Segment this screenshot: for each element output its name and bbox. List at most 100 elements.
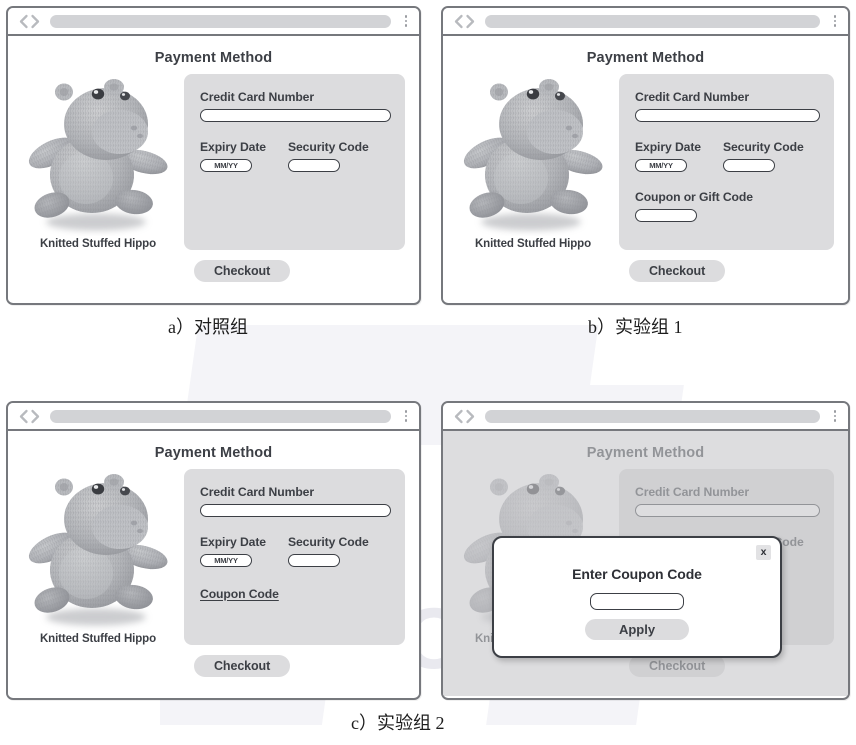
credit-card-number-input[interactable] [200, 109, 391, 122]
nav-arrows-c [18, 409, 41, 424]
coupon-group-b: Coupon or Gift Code [635, 190, 820, 222]
checkout-row-b: Checkout [443, 250, 848, 282]
close-icon[interactable]: x [756, 545, 771, 560]
panel-experiment-group-1: Payment Method Knitted Stuffed Hippo Cre… [441, 6, 850, 305]
page-content-c: Payment Method Knitted Stuffed Hippo Cre… [8, 431, 419, 696]
chevron-right-icon[interactable] [30, 14, 41, 29]
chevron-left-icon[interactable] [453, 409, 464, 424]
panel-experiment-group-2: Payment Method Knitted Stuffed Hippo Cre… [6, 401, 421, 700]
browser-window-a: Payment Method Knitted Stuffed Hippo Cre… [6, 6, 421, 305]
panel-control-group: Payment Method Knitted Stuffed Hippo Cre… [6, 6, 421, 305]
product-caption: Knitted Stuffed Hippo [39, 238, 157, 250]
expiry-placeholder-text: MM/YY [649, 160, 673, 170]
expiry-date-label: Expiry Date [200, 535, 266, 549]
page-content-b: Payment Method Knitted Stuffed Hippo Cre… [443, 36, 848, 301]
expiry-security-row-b: Expiry Date MM/YY Security Code [635, 140, 820, 172]
browser-window-d: Payment Method Credit Card Number Code C… [441, 401, 850, 700]
payment-form-card-b: Credit Card Number Expiry Date MM/YY Sec… [619, 74, 834, 250]
kebab-menu-icon[interactable] [397, 15, 411, 27]
coupon-link-group-c: Coupon Code [200, 585, 391, 603]
knitted-stuffed-hippo-photo [457, 74, 609, 236]
coupon-code-link[interactable]: Coupon Code [200, 587, 279, 601]
security-group-a: Security Code [287, 140, 369, 172]
page-title: Payment Method [154, 445, 273, 461]
chevron-left-icon[interactable] [18, 409, 29, 424]
coupon-code-input[interactable] [590, 593, 684, 610]
browser-window-c: Payment Method Knitted Stuffed Hippo Cre… [6, 401, 421, 700]
modal-title: Enter Coupon Code [572, 566, 702, 582]
checkout-button[interactable]: Checkout [194, 655, 291, 677]
knitted-stuffed-hippo-photo [22, 469, 174, 631]
credit-card-number-input[interactable] [635, 504, 820, 517]
page-content-d: Payment Method Credit Card Number Code C… [443, 431, 848, 696]
checkout-button[interactable]: Checkout [194, 260, 291, 282]
checkout-row-a: Checkout [8, 250, 419, 282]
checkout-button[interactable]: Checkout [629, 655, 726, 677]
product-block-a: Knitted Stuffed Hippo [18, 74, 178, 250]
caption-c: c）实验组 2 [351, 713, 445, 733]
expiry-group-a: Expiry Date MM/YY [200, 140, 266, 172]
expiry-date-input[interactable]: MM/YY [200, 159, 252, 172]
credit-card-number-label: Credit Card Number [635, 90, 749, 104]
expiry-date-input[interactable]: MM/YY [635, 159, 687, 172]
url-input-d[interactable] [485, 409, 820, 423]
checkout-button[interactable]: Checkout [629, 260, 726, 282]
panel-experiment-group-2-modal: Payment Method Credit Card Number Code C… [441, 401, 850, 700]
security-group-c: Security Code [287, 535, 369, 567]
credit-card-number-label: Credit Card Number [200, 90, 314, 104]
nav-arrows-a [18, 14, 41, 29]
chevron-right-icon[interactable] [30, 409, 41, 424]
expiry-group-c: Expiry Date MM/YY [200, 535, 266, 567]
url-input-b[interactable] [485, 14, 820, 28]
security-code-input[interactable] [722, 159, 775, 172]
credit-card-number-input[interactable] [635, 109, 820, 122]
security-group-b: Security Code [722, 140, 804, 172]
security-code-label: Security Code [287, 140, 369, 154]
expiry-placeholder-text: MM/YY [214, 555, 238, 565]
coupon-code-modal: x Enter Coupon Code Apply [492, 536, 782, 658]
security-code-input[interactable] [287, 554, 340, 567]
page-title: Payment Method [586, 445, 705, 461]
security-code-input[interactable] [287, 159, 340, 172]
expiry-date-input[interactable]: MM/YY [200, 554, 252, 567]
credit-card-number-label: Credit Card Number [635, 485, 749, 499]
chevron-left-icon[interactable] [453, 14, 464, 29]
expiry-date-label: Expiry Date [635, 140, 701, 154]
chevron-right-icon[interactable] [465, 409, 476, 424]
product-caption: Knitted Stuffed Hippo [474, 238, 592, 250]
browser-window-b: Payment Method Knitted Stuffed Hippo Cre… [441, 6, 850, 305]
checkout-layout-b: Knitted Stuffed Hippo Credit Card Number… [443, 66, 848, 250]
product-block-b: Knitted Stuffed Hippo [453, 74, 613, 250]
security-code-label: Security Code [722, 140, 804, 154]
checkout-row-c: Checkout [8, 645, 419, 677]
expiry-group-b: Expiry Date MM/YY [635, 140, 701, 172]
caption-a: a）对照组 [168, 317, 248, 337]
credit-card-number-input[interactable] [200, 504, 391, 517]
apply-button[interactable]: Apply [585, 619, 689, 640]
browser-chrome-a [8, 8, 419, 36]
checkout-layout-c: Knitted Stuffed Hippo Credit Card Number… [8, 461, 419, 645]
product-caption: Knitted Stuffed Hippo [39, 633, 157, 645]
expiry-placeholder-text: MM/YY [214, 160, 238, 170]
security-code-label: Security Code [287, 535, 369, 549]
product-block-c: Knitted Stuffed Hippo [18, 469, 178, 645]
browser-chrome-b [443, 8, 848, 36]
expiry-date-label: Expiry Date [200, 140, 266, 154]
url-input-a[interactable] [50, 14, 391, 28]
coupon-or-gift-code-input[interactable] [635, 209, 697, 222]
nav-arrows-d [453, 409, 476, 424]
checkout-layout-a: Knitted Stuffed Hippo Credit Card Number… [8, 66, 419, 250]
expiry-security-row-a: Expiry Date MM/YY Security Code [200, 140, 391, 172]
browser-chrome-c [8, 403, 419, 431]
coupon-or-gift-code-label: Coupon or Gift Code [635, 190, 753, 204]
payment-form-card-c: Credit Card Number Expiry Date MM/YY Sec… [184, 469, 405, 645]
chevron-right-icon[interactable] [465, 14, 476, 29]
figure-root: HZ BOOKS Payment Method Knitted Stuffed … [0, 0, 856, 745]
kebab-menu-icon[interactable] [826, 15, 840, 27]
url-input-c[interactable] [50, 409, 391, 423]
kebab-menu-icon[interactable] [826, 410, 840, 422]
kebab-menu-icon[interactable] [397, 410, 411, 422]
chevron-left-icon[interactable] [18, 14, 29, 29]
page-content-a: Payment Method Knitted Stuffed Hippo Cre… [8, 36, 419, 301]
browser-chrome-d [443, 403, 848, 431]
